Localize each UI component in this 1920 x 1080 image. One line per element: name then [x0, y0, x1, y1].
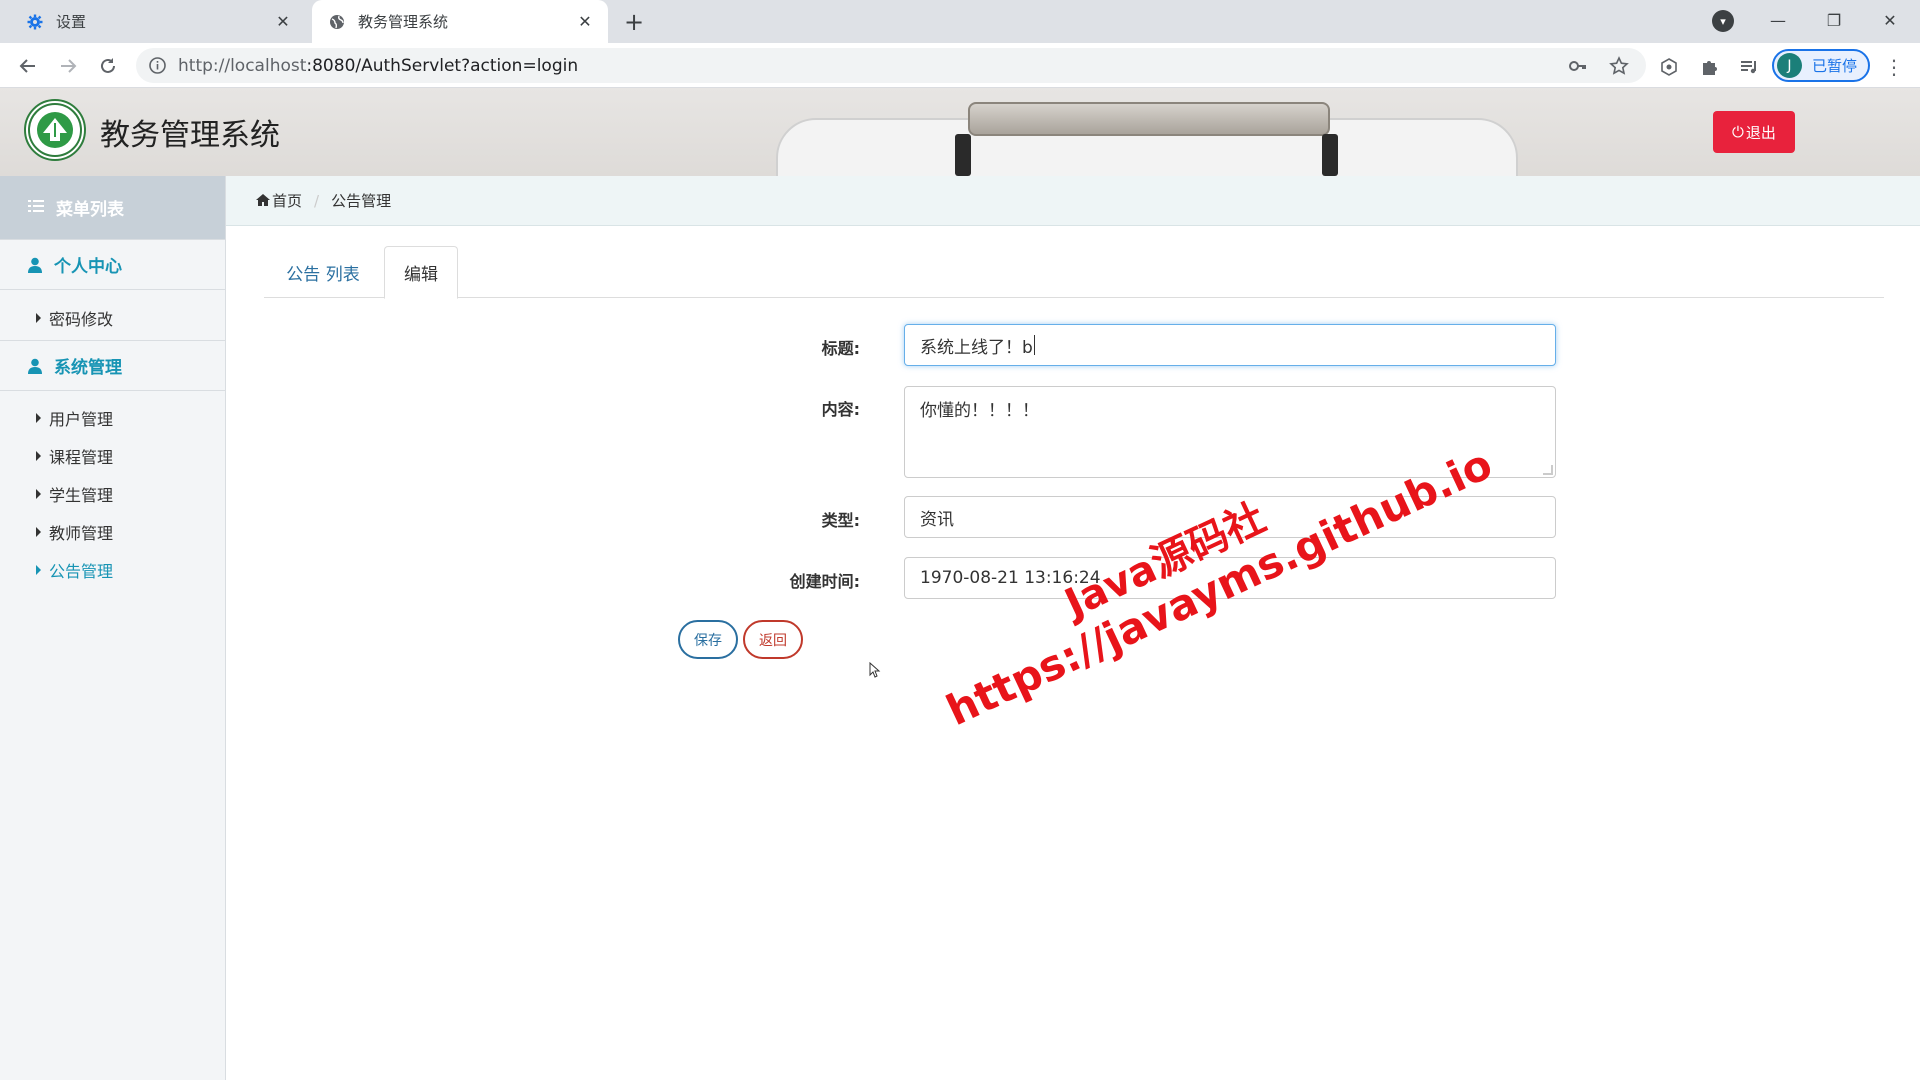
puzzle-icon[interactable]	[1697, 55, 1721, 79]
caret-right-icon	[36, 527, 41, 537]
created-time-label: 创建时间:	[789, 572, 860, 591]
logout-label: 退出	[1745, 123, 1776, 142]
forward-icon[interactable]	[52, 50, 84, 82]
caret-right-icon	[36, 313, 41, 323]
restore-icon[interactable]: ❐	[1806, 0, 1862, 40]
caret-right-icon	[36, 565, 41, 575]
sidebar-section-label: 个人中心	[54, 257, 122, 277]
key-icon[interactable]	[1568, 56, 1588, 76]
caret-right-icon	[36, 413, 41, 423]
sidebar: 菜单列表 个人中心 密码修改 系统管理 用户管理 课程管理 学生管理 教师管理 …	[0, 176, 226, 1080]
profile-button[interactable]: J 已暂停	[1772, 49, 1870, 82]
content-value: 你懂的！！！！	[920, 401, 1039, 421]
sidebar-item-notices[interactable]: 公告管理	[0, 551, 225, 589]
user-icon	[28, 257, 42, 273]
sidebar-item-label: 教师管理	[49, 524, 114, 543]
window-close-icon[interactable]: ✕	[1862, 0, 1918, 40]
content-tabs: 公告 列表 编辑	[264, 246, 1884, 299]
address-bar[interactable]: http://localhost:8080/AuthServlet?action…	[136, 48, 1646, 83]
sidebar-item-password[interactable]: 密码修改	[0, 299, 225, 337]
back-button[interactable]: 返回	[743, 620, 803, 659]
university-logo	[24, 99, 86, 161]
breadcrumb-current: 公告管理	[331, 192, 392, 210]
save-button[interactable]: 保存	[678, 620, 738, 659]
reload-icon[interactable]	[92, 50, 124, 82]
power-icon: ⏻	[1732, 123, 1744, 141]
tab-edit[interactable]: 编辑	[384, 246, 458, 299]
app-title: 教务管理系统	[100, 118, 280, 153]
title-label: 标题:	[821, 339, 860, 358]
gear-icon	[26, 13, 44, 31]
breadcrumb: 首页 / 公告管理	[226, 176, 1920, 226]
tab-title: 教务管理系统	[358, 13, 449, 31]
sidebar-section-system[interactable]: 系统管理	[0, 340, 225, 391]
sidebar-menu-header: 菜单列表	[0, 176, 225, 239]
sidebar-item-students[interactable]: 学生管理	[0, 475, 225, 513]
sidebar-item-label: 用户管理	[49, 410, 114, 429]
close-icon[interactable]: ✕	[574, 11, 596, 33]
menu-kebab-icon[interactable]: ⋮	[1882, 55, 1906, 79]
url-host: http://localhost	[178, 56, 307, 76]
title-field[interactable]: 系统上线了！b	[904, 324, 1556, 366]
sidebar-section-personal[interactable]: 个人中心	[0, 239, 225, 290]
breadcrumb-separator: /	[314, 191, 320, 210]
sidebar-item-label: 学生管理	[49, 486, 114, 505]
profile-status: 已暂停	[1812, 57, 1858, 75]
new-tab-icon[interactable]: +	[620, 8, 648, 36]
content-label: 内容:	[821, 400, 860, 419]
app-header: 教务管理系统 ⏻ 退出	[0, 88, 1920, 176]
caret-right-icon	[36, 489, 41, 499]
logout-button[interactable]: ⏻ 退出	[1713, 111, 1795, 153]
browser-toolbar: http://localhost:8080/AuthServlet?action…	[0, 43, 1920, 88]
header-banner-clip	[968, 102, 1330, 136]
sidebar-item-courses[interactable]: 课程管理	[0, 437, 225, 475]
extension-shield-icon[interactable]	[1657, 55, 1681, 79]
sidebar-item-label: 密码修改	[49, 310, 114, 329]
url-path: :8080/AuthServlet?action=login	[306, 56, 579, 76]
header-banner-clip-leg	[955, 134, 971, 176]
type-value: 资讯	[920, 509, 954, 530]
url-text: http://localhost:8080/AuthServlet?action…	[178, 56, 578, 76]
tab-notice-list[interactable]: 公告 列表	[264, 246, 382, 298]
sidebar-item-label: 公告管理	[49, 562, 114, 581]
back-icon[interactable]	[12, 50, 44, 82]
text-cursor	[1033, 335, 1035, 355]
avatar: J	[1777, 53, 1802, 78]
caret-right-icon	[36, 451, 41, 461]
media-list-icon[interactable]	[1737, 55, 1761, 79]
title-value: 系统上线了！b	[920, 337, 1033, 358]
home-icon	[256, 192, 270, 210]
sidebar-item-teachers[interactable]: 教师管理	[0, 513, 225, 551]
sidebar-item-users[interactable]: 用户管理	[0, 399, 225, 437]
sidebar-menu-title: 菜单列表	[56, 200, 124, 220]
sidebar-item-label: 课程管理	[49, 448, 114, 467]
breadcrumb-home[interactable]: 首页	[272, 190, 302, 211]
mouse-pointer-icon	[869, 662, 881, 678]
user-icon	[28, 358, 42, 374]
type-label: 类型:	[821, 511, 860, 530]
browser-tab-settings[interactable]: 设置 ✕	[10, 0, 306, 43]
list-icon	[28, 198, 44, 218]
resize-handle[interactable]	[1543, 465, 1553, 475]
minimize-icon[interactable]: —	[1750, 0, 1806, 40]
globe-icon	[328, 13, 346, 31]
star-icon[interactable]	[1609, 56, 1629, 76]
info-icon[interactable]	[148, 56, 167, 75]
tab-title: 设置	[56, 13, 87, 31]
browser-tabstrip: 设置 ✕ 教务管理系统 ✕ + ▾ — ❐ ✕	[0, 0, 1920, 43]
sidebar-section-label: 系统管理	[54, 358, 122, 378]
tab-search-icon[interactable]: ▾	[1712, 10, 1734, 32]
browser-tab-active[interactable]: 教务管理系统 ✕	[312, 0, 608, 43]
header-banner-clip-leg	[1322, 134, 1338, 176]
close-icon[interactable]: ✕	[272, 11, 294, 33]
